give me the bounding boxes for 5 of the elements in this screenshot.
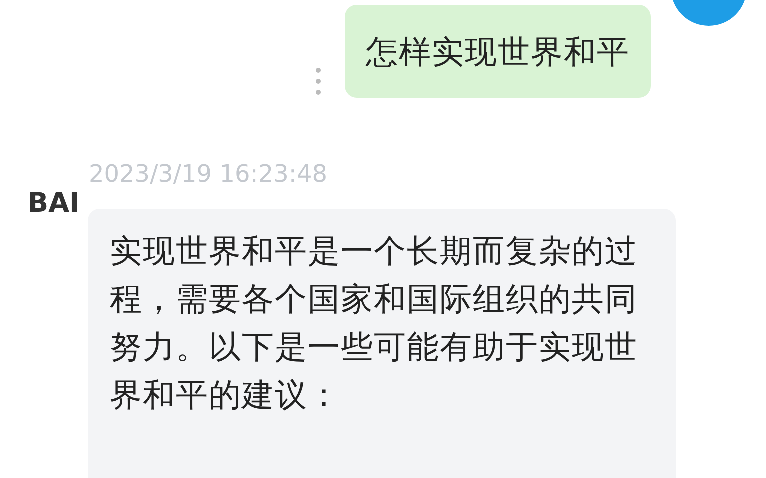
more-icon[interactable]: [316, 68, 321, 95]
message-timestamp: 2023/3/19 16:23:48: [89, 160, 328, 188]
bot-logo: BAI: [28, 188, 80, 219]
bot-message: 实现世界和平是一个长期而复杂的过程，需要各个国家和国际组织的共同努力。以下是一些可能有助于实现世界和平的建议：: [88, 209, 676, 478]
user-message: 怎样实现世界和平: [345, 5, 651, 98]
